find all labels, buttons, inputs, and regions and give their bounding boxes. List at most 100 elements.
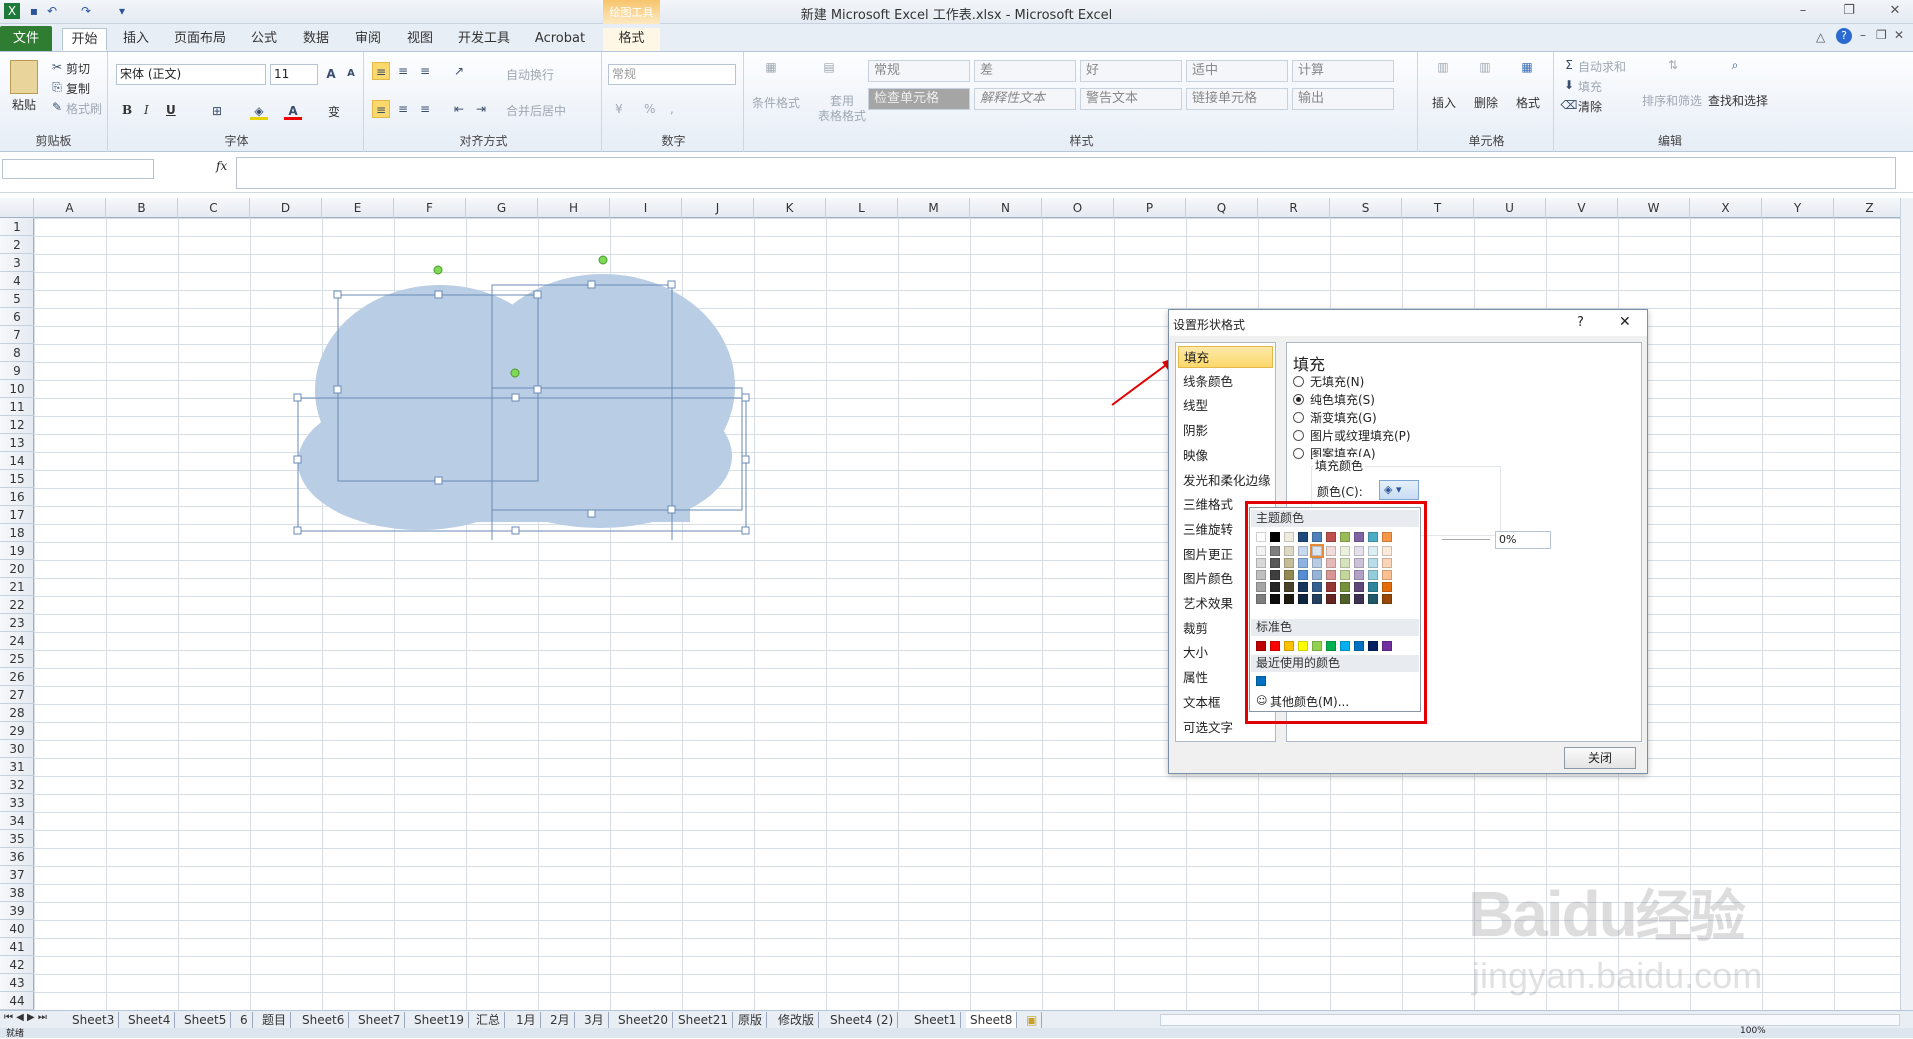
indent-decrease-icon[interactable]: ⇤ — [450, 100, 468, 118]
fill-icon[interactable]: ⬇ — [1560, 76, 1578, 94]
fill-option-radio[interactable]: 渐变填充(G) — [1293, 409, 1377, 426]
sheet-nav-icons[interactable]: ⏮ ◀ ▶ ⏭ — [4, 1012, 47, 1023]
row-header[interactable]: 42 — [0, 956, 34, 974]
tab-file[interactable]: 文件 — [0, 26, 52, 51]
column-header[interactable]: Y — [1762, 198, 1834, 218]
percent-button[interactable]: % — [644, 102, 655, 116]
sheet-tab[interactable]: 3月 — [580, 1012, 609, 1028]
select-all-corner[interactable] — [0, 198, 34, 218]
sheet-tab[interactable]: Sheet19 — [410, 1012, 469, 1028]
number-format-select[interactable]: 常规 — [608, 64, 736, 85]
row-header[interactable]: 27 — [0, 686, 34, 704]
font-size-select[interactable]: 11 — [270, 64, 318, 85]
row-header[interactable]: 41 — [0, 938, 34, 956]
row-header[interactable]: 9 — [0, 362, 34, 380]
copy-button[interactable]: 复制 — [66, 80, 90, 97]
transparency-slider[interactable] — [1442, 539, 1490, 540]
row-header[interactable]: 36 — [0, 848, 34, 866]
sort-filter-button[interactable]: 排序和筛选 — [1642, 92, 1702, 109]
style-neutral[interactable]: 适中 — [1186, 60, 1288, 82]
radio-dot-icon[interactable] — [1293, 394, 1304, 405]
row-header[interactable]: 7 — [0, 326, 34, 344]
radio-dot-icon[interactable] — [1293, 430, 1304, 441]
row-header[interactable]: 12 — [0, 416, 34, 434]
row-header[interactable]: 32 — [0, 776, 34, 794]
row-header[interactable]: 4 — [0, 272, 34, 290]
orientation-icon[interactable]: ↗ — [450, 62, 468, 80]
format-painter-button[interactable]: 格式刷 — [66, 100, 102, 117]
row-header[interactable]: 22 — [0, 596, 34, 614]
cloud-shape[interactable] — [290, 250, 750, 540]
currency-icon[interactable]: ¥ — [610, 100, 628, 118]
table-format-icon[interactable]: ▤ — [814, 58, 844, 88]
row-header[interactable]: 34 — [0, 812, 34, 830]
sheet-tab[interactable]: Sheet4 — [124, 1012, 176, 1028]
row-header[interactable]: 31 — [0, 758, 34, 776]
clear-icon[interactable]: ⌫ — [1560, 96, 1578, 114]
row-header[interactable]: 8 — [0, 344, 34, 362]
column-header[interactable]: I — [610, 198, 682, 218]
format-cells-button[interactable]: 格式 — [1516, 94, 1540, 111]
align-middle-icon[interactable]: ≡ — [394, 62, 412, 80]
phonetic-button[interactable]: 变 — [328, 103, 340, 120]
row-header[interactable]: 39 — [0, 902, 34, 920]
column-header[interactable]: E — [322, 198, 394, 218]
nav-item[interactable]: 映像 — [1178, 445, 1273, 467]
style-bad[interactable]: 差 — [974, 60, 1076, 82]
column-header[interactable]: J — [682, 198, 754, 218]
copy-icon[interactable]: ⎘ — [48, 78, 66, 96]
row-header[interactable]: 6 — [0, 308, 34, 326]
horizontal-scrollbar[interactable] — [1160, 1014, 1900, 1026]
nav-item[interactable]: 线条颜色 — [1178, 371, 1273, 393]
align-bottom-icon[interactable]: ≡ — [416, 62, 434, 80]
row-header[interactable]: 11 — [0, 398, 34, 416]
underline-button[interactable]: U — [166, 103, 176, 117]
cut-icon[interactable]: ✂ — [48, 58, 66, 76]
paste-button[interactable]: 粘贴 — [12, 96, 36, 113]
help-icon[interactable]: ? — [1836, 28, 1852, 44]
fill-option-radio[interactable]: 图片或纹理填充(P) — [1293, 427, 1411, 444]
column-header[interactable]: U — [1474, 198, 1546, 218]
column-header[interactable]: S — [1330, 198, 1402, 218]
minimize-icon[interactable]: – — [1790, 2, 1816, 20]
column-header[interactable]: R — [1258, 198, 1330, 218]
column-header[interactable]: Q — [1186, 198, 1258, 218]
sheet-tab[interactable]: 原版 — [734, 1012, 768, 1028]
row-header[interactable]: 25 — [0, 650, 34, 668]
sheet-tab[interactable]: 题目 — [258, 1012, 292, 1028]
row-header[interactable]: 19 — [0, 542, 34, 560]
sheet-tab[interactable]: Sheet20 — [614, 1012, 673, 1028]
vertical-scrollbar[interactable] — [1900, 198, 1913, 1018]
tab-review[interactable]: 审阅 — [348, 28, 388, 51]
fill-option-radio[interactable]: 纯色填充(S) — [1293, 391, 1375, 408]
delete-cells-button[interactable]: 删除 — [1474, 94, 1498, 111]
table-format-button[interactable]: 套用 表格格式 — [818, 94, 866, 124]
paste-icon[interactable] — [10, 60, 38, 94]
doc-close-icon[interactable]: ✕ — [1894, 28, 1904, 42]
tab-format[interactable]: 格式 — [603, 28, 660, 51]
sheet-tab[interactable]: Sheet21 — [674, 1012, 733, 1028]
column-header[interactable]: F — [394, 198, 466, 218]
insert-sheet-icon[interactable]: ▣ — [1022, 1012, 1043, 1028]
row-header[interactable]: 16 — [0, 488, 34, 506]
tab-developer[interactable]: 开发工具 — [452, 28, 516, 51]
row-header[interactable]: 23 — [0, 614, 34, 632]
doc-minimize-icon[interactable]: – — [1860, 28, 1866, 42]
column-header[interactable]: P — [1114, 198, 1186, 218]
row-header[interactable]: 24 — [0, 632, 34, 650]
row-header[interactable]: 17 — [0, 506, 34, 524]
sort-filter-icon[interactable]: ⇅ — [1660, 56, 1686, 84]
column-header[interactable]: H — [538, 198, 610, 218]
row-header[interactable]: 30 — [0, 740, 34, 758]
fill-option-radio[interactable]: 无填充(N) — [1293, 373, 1364, 390]
sheet-tab[interactable]: Sheet5 — [180, 1012, 232, 1028]
align-right-icon[interactable]: ≡ — [416, 100, 434, 118]
style-linked-cell[interactable]: 链接单元格 — [1186, 88, 1288, 110]
delete-cells-icon[interactable]: ▥ — [1472, 58, 1498, 86]
column-header[interactable]: W — [1618, 198, 1690, 218]
indent-increase-icon[interactable]: ⇥ — [472, 100, 490, 118]
restore-icon[interactable]: ❐ — [1836, 2, 1862, 20]
insert-cells-button[interactable]: 插入 — [1432, 94, 1456, 111]
column-header[interactable]: O — [1042, 198, 1114, 218]
row-header[interactable]: 21 — [0, 578, 34, 596]
